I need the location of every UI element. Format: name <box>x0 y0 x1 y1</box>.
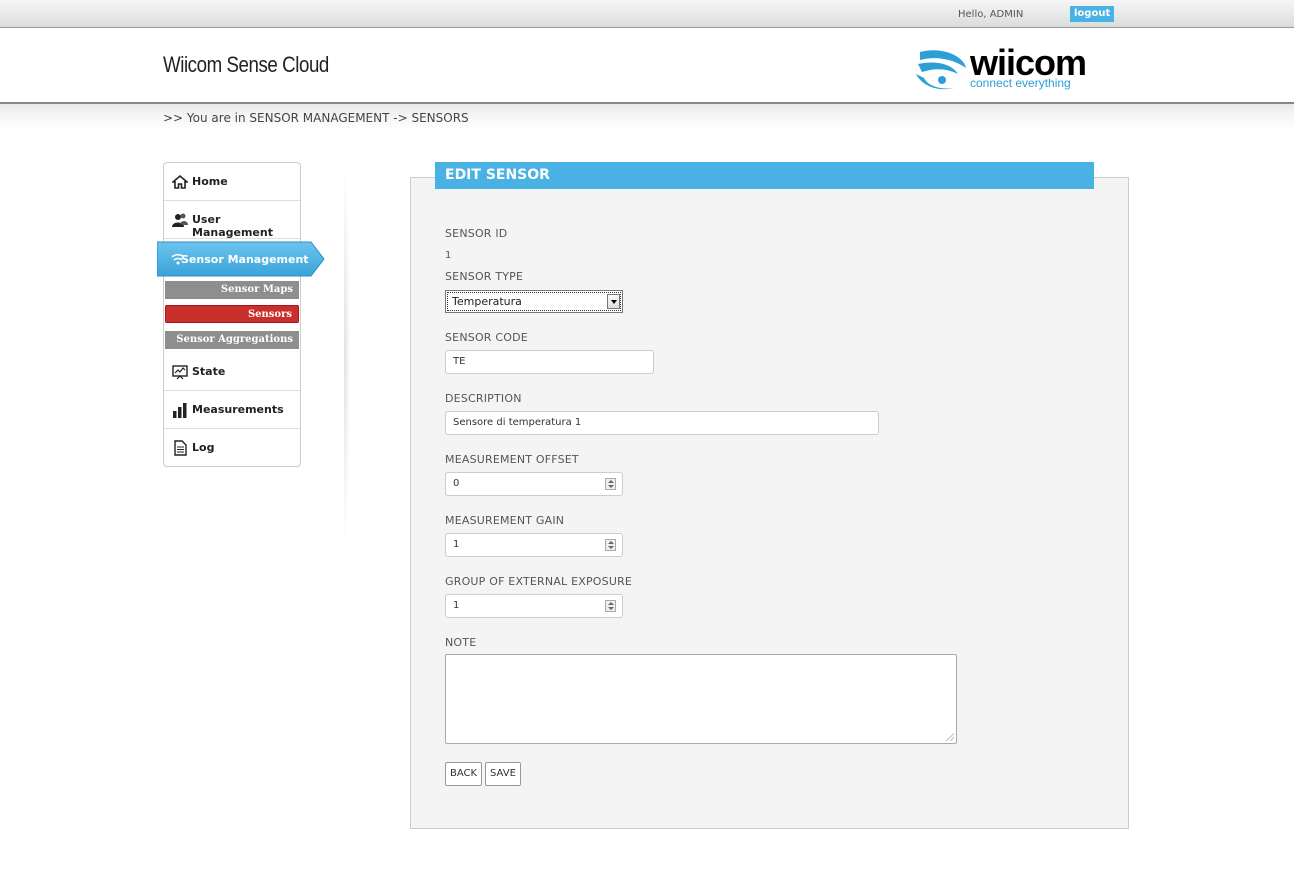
measurement-gain-value: 1 <box>453 539 460 550</box>
group-external-exposure-input[interactable]: 1 <box>445 594 623 618</box>
top-user-bar: Hello, ADMIN logout <box>0 0 1294 28</box>
description-label: DESCRIPTION <box>445 392 522 405</box>
description-value: Sensore di temperatura 1 <box>453 417 582 428</box>
breadcrumb: >> You are in SENSOR MANAGEMENT -> SENSO… <box>163 111 469 125</box>
monitor-icon <box>172 365 188 380</box>
panel-title: EDIT SENSOR <box>435 162 1094 189</box>
sidebar-item-label: User Management <box>192 213 273 239</box>
logo-swoosh-icon <box>916 50 966 90</box>
sidebar-item-label: State <box>192 365 226 378</box>
note-textarea[interactable] <box>445 654 957 744</box>
group-external-exposure-label: GROUP OF EXTERNAL EXPOSURE <box>445 575 633 588</box>
logo-tagline: connect everything <box>970 76 1071 90</box>
spinner-arrows-icon[interactable] <box>605 539 616 551</box>
sidebar-item-label: Log <box>192 441 215 454</box>
sensor-code-input[interactable]: TE <box>445 350 654 374</box>
subnav-item-sensor-maps[interactable]: Sensor Maps <box>165 281 299 299</box>
app-title: Wiicom Sense Cloud <box>163 52 329 77</box>
column-divider-shadow <box>344 158 350 553</box>
wiicom-logo: wiicom connect everything <box>912 42 1112 94</box>
chevron-down-icon[interactable] <box>607 294 620 309</box>
sensor-id-label: SENSOR ID <box>445 227 508 240</box>
greeting-text: Hello, ADMIN <box>958 9 1024 20</box>
sensor-type-select[interactable]: Temperatura <box>445 290 623 313</box>
spinner-arrows-icon[interactable] <box>605 478 616 490</box>
document-icon <box>174 440 187 456</box>
logout-button[interactable]: logout <box>1070 6 1115 22</box>
sidebar-item-home[interactable]: Home <box>164 163 300 201</box>
sidebar-item-label: Home <box>192 175 228 188</box>
users-icon <box>172 213 188 227</box>
sensor-code-value: TE <box>453 356 466 367</box>
sidebar-item-user-management[interactable]: User Management <box>164 201 300 239</box>
home-icon <box>172 174 188 189</box>
subnav-item-sensors[interactable]: Sensors <box>165 305 299 323</box>
sensor-code-label: SENSOR CODE <box>445 331 528 344</box>
back-button[interactable]: BACK <box>445 762 483 786</box>
measurement-offset-label: MEASUREMENT OFFSET <box>445 453 579 466</box>
measurement-gain-input[interactable]: 1 <box>445 533 623 557</box>
description-input[interactable]: Sensore di temperatura 1 <box>445 411 879 435</box>
spinner-arrows-icon[interactable] <box>605 600 616 612</box>
sidebar-item-label: Measurements <box>192 403 284 416</box>
resize-grip-icon[interactable] <box>946 733 954 741</box>
breadcrumb-bar: >> You are in SENSOR MANAGEMENT -> SENSO… <box>0 102 1294 130</box>
subnav-item-sensor-aggregations[interactable]: Sensor Aggregations <box>165 331 299 349</box>
save-button[interactable]: SAVE <box>485 762 521 786</box>
measurement-gain-label: MEASUREMENT GAIN <box>445 514 565 527</box>
sidebar-item-sensor-management[interactable]: Sensor Management <box>157 240 325 278</box>
group-external-exposure-value: 1 <box>453 600 460 611</box>
sidebar-item-label: Sensor Management <box>181 253 309 266</box>
sensor-id-value: 1 <box>445 250 452 261</box>
bar-chart-icon <box>173 403 187 418</box>
sensor-type-value: Temperatura <box>452 295 522 308</box>
sidebar-item-state[interactable]: State <box>164 353 300 391</box>
note-label: NOTE <box>445 636 477 649</box>
sidebar-item-log[interactable]: Log <box>164 429 300 467</box>
measurement-offset-value: 0 <box>453 478 460 489</box>
sidebar-item-measurements[interactable]: Measurements <box>164 391 300 429</box>
measurement-offset-input[interactable]: 0 <box>445 472 623 496</box>
sensor-type-label: SENSOR TYPE <box>445 270 524 283</box>
